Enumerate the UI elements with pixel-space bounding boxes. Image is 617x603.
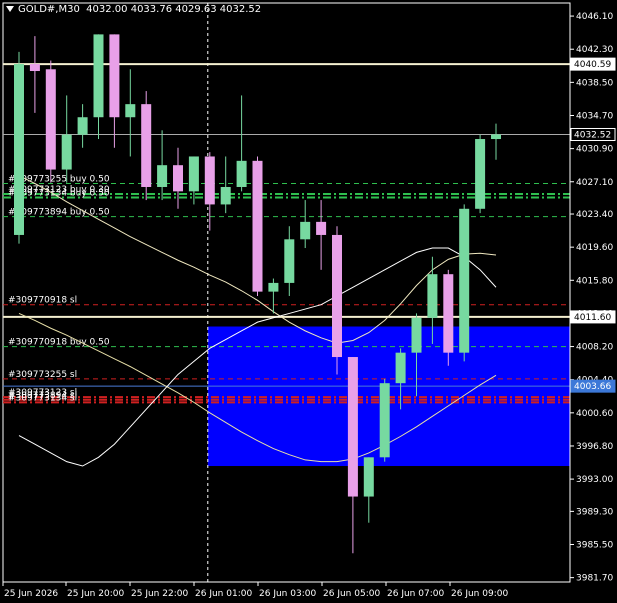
- y-tick-label: 4030.90: [576, 145, 613, 155]
- symbol-label: GOLD#,M30: [18, 4, 80, 15]
- y-tick-label: 3993.00: [576, 475, 613, 485]
- y-tick-label: 4000.60: [576, 409, 613, 419]
- y-tick-label: 4027.10: [576, 178, 613, 188]
- y-tick-label: 4015.80: [576, 276, 613, 286]
- candle-body[interactable]: [109, 34, 120, 118]
- candle-body[interactable]: [443, 274, 454, 353]
- x-tick-label: 25 Jun 22:00: [131, 589, 188, 599]
- candle-body[interactable]: [363, 457, 374, 497]
- x-tick-label: 26 Jun 09:00: [451, 589, 508, 599]
- candle-body[interactable]: [236, 160, 247, 187]
- candle-body[interactable]: [395, 352, 406, 384]
- candle-body[interactable]: [379, 383, 390, 458]
- candle-body[interactable]: [204, 156, 215, 205]
- candle-body[interactable]: [332, 234, 342, 358]
- candle-body[interactable]: [475, 139, 486, 209]
- candle-body[interactable]: [300, 221, 311, 240]
- candle-body[interactable]: [427, 274, 438, 318]
- candle-body[interactable]: [125, 104, 136, 118]
- candle-body[interactable]: [141, 104, 152, 187]
- x-tick-label: 25 Jun 20:00: [67, 589, 124, 599]
- chart-frame: [2, 2, 571, 583]
- trade-line-label: #309770918 sl: [8, 296, 77, 306]
- y-tick-label: 4042.30: [576, 45, 613, 55]
- price-tag-label: 4040.59: [574, 60, 611, 70]
- candle-body[interactable]: [45, 69, 56, 170]
- candle-body[interactable]: [284, 239, 295, 283]
- candle-body[interactable]: [252, 160, 263, 292]
- y-tick-label: 4023.40: [576, 210, 613, 220]
- y-tick-label: 4008.20: [576, 343, 613, 353]
- candle-body[interactable]: [173, 165, 183, 192]
- candle-body[interactable]: [347, 357, 358, 497]
- price-tag-label: 4003.66: [574, 382, 611, 392]
- candle-body[interactable]: [188, 156, 199, 192]
- trade-line-label: #309770918 buy 0.50: [8, 338, 110, 348]
- x-tick-label: 25 Jun 2026: [4, 589, 58, 599]
- x-tick-label: 26 Jun 01:00: [195, 589, 252, 599]
- candle-body[interactable]: [268, 282, 279, 292]
- candle-body[interactable]: [77, 117, 88, 135]
- trade-line-label: #309773255 sl: [8, 370, 77, 380]
- y-tick-label: 3989.30: [576, 507, 613, 517]
- candle-body[interactable]: [61, 134, 72, 170]
- candle-body[interactable]: [220, 186, 231, 205]
- x-tick-label: 26 Jun 03:00: [259, 589, 316, 599]
- ohlc-readout: 4032.00 4033.76 4029.63 4032.52: [86, 4, 262, 15]
- candle-body[interactable]: [491, 134, 501, 140]
- x-tick-label: 26 Jun 05:00: [323, 589, 380, 599]
- price-chart[interactable]: #309773255 buy 0.50#309773123 buy 0.30#3…: [0, 0, 617, 603]
- candle-body[interactable]: [411, 317, 422, 353]
- candle-body[interactable]: [14, 64, 24, 235]
- y-tick-label: 3981.70: [576, 574, 613, 584]
- y-tick-label: 4038.50: [576, 78, 613, 88]
- price-tag-label: 4011.60: [574, 313, 611, 323]
- chart-header: GOLD#,M30 4032.00 4033.76 4029.63 4032.5…: [6, 4, 261, 15]
- candle-body[interactable]: [93, 34, 104, 118]
- candle-body[interactable]: [459, 208, 470, 353]
- y-tick-label: 4034.70: [576, 111, 613, 121]
- trade-line-label: #309773134 sl: [8, 393, 77, 403]
- candle-body[interactable]: [29, 64, 40, 72]
- dropdown-triangle-icon[interactable]: [6, 6, 14, 12]
- price-tag-label: 4032.52: [574, 130, 611, 140]
- y-tick-label: 4019.60: [576, 243, 613, 253]
- candle-body[interactable]: [157, 165, 168, 187]
- x-tick-label: 26 Jun 07:00: [387, 589, 444, 599]
- candle-body[interactable]: [316, 221, 327, 235]
- y-tick-label: 3996.80: [576, 442, 613, 452]
- y-tick-label: 3985.50: [576, 541, 613, 551]
- y-tick-label: 4046.10: [576, 12, 613, 22]
